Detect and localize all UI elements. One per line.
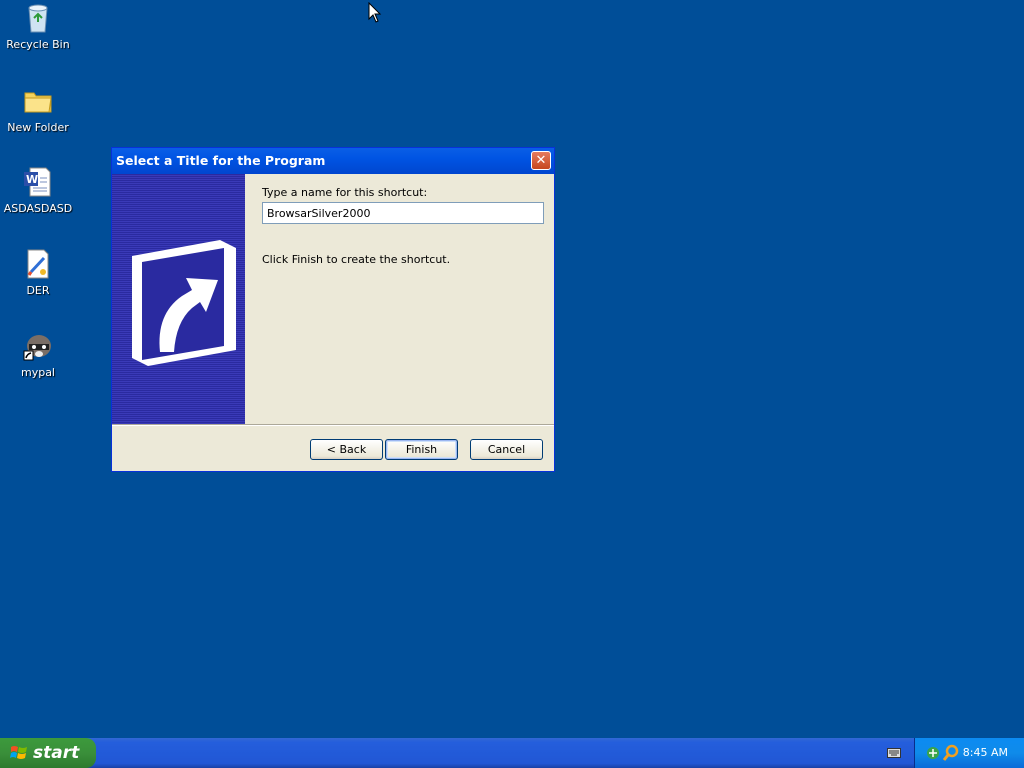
dialog-title: Select a Title for the Program <box>116 153 326 168</box>
start-button[interactable]: start <box>0 738 96 768</box>
close-icon: ✕ <box>535 153 547 168</box>
close-button[interactable]: ✕ <box>531 151 551 170</box>
keyboard-icon[interactable] <box>887 748 901 758</box>
desktop-icon-mypal[interactable]: mypal <box>0 330 76 379</box>
network-icon[interactable] <box>925 745 941 761</box>
system-tray: 8:45 AM <box>914 738 1024 768</box>
finish-hint: Click Finish to create the shortcut. <box>262 253 451 266</box>
search-icon[interactable] <box>943 744 959 762</box>
select-title-dialog: Select a Title for the Program ✕ Type a … <box>111 147 555 472</box>
shortcut-name-prompt: Type a name for this shortcut: <box>262 186 428 199</box>
start-label: start <box>33 743 80 763</box>
wizard-content: Type a name for this shortcut: Click Fin… <box>245 174 554 424</box>
button-divider <box>112 424 554 426</box>
desktop-icon-label: New Folder <box>7 121 69 134</box>
paint-file-icon <box>22 248 54 280</box>
desktop-icon-label: Recycle Bin <box>6 38 70 51</box>
back-button[interactable]: < Back <box>310 439 383 460</box>
desktop-icon-der[interactable]: DER <box>0 248 76 297</box>
raccoon-shortcut-icon <box>22 330 54 362</box>
shortcut-name-input[interactable] <box>262 202 544 224</box>
taskbar: start 8:45 AM <box>0 738 1024 768</box>
dialog-titlebar[interactable]: Select a Title for the Program ✕ <box>112 148 554 174</box>
folder-icon <box>22 85 54 117</box>
desktop-icon-label: DER <box>26 284 50 297</box>
wizard-side-panel <box>112 174 245 424</box>
desktop-icon-new-folder[interactable]: New Folder <box>0 85 76 134</box>
taskbar-clock: 8:45 AM <box>962 746 1008 759</box>
cancel-button[interactable]: Cancel <box>470 439 543 460</box>
windows-flag-icon <box>10 746 27 759</box>
mouse-pointer-icon <box>368 2 382 23</box>
word-document-icon: W <box>22 166 54 198</box>
finish-button[interactable]: Finish <box>385 439 458 460</box>
shortcut-arrow-icon <box>132 240 236 366</box>
desktop-icon-label: mypal <box>20 366 55 379</box>
desktop-icon-recycle-bin[interactable]: Recycle Bin <box>0 2 76 51</box>
svg-text:W: W <box>26 173 38 186</box>
desktop-icon-label: ASDASDASD <box>3 202 73 215</box>
recycle-bin-icon <box>22 2 54 34</box>
desktop-icon-asdasdasd[interactable]: W ASDASDASD <box>0 166 76 215</box>
